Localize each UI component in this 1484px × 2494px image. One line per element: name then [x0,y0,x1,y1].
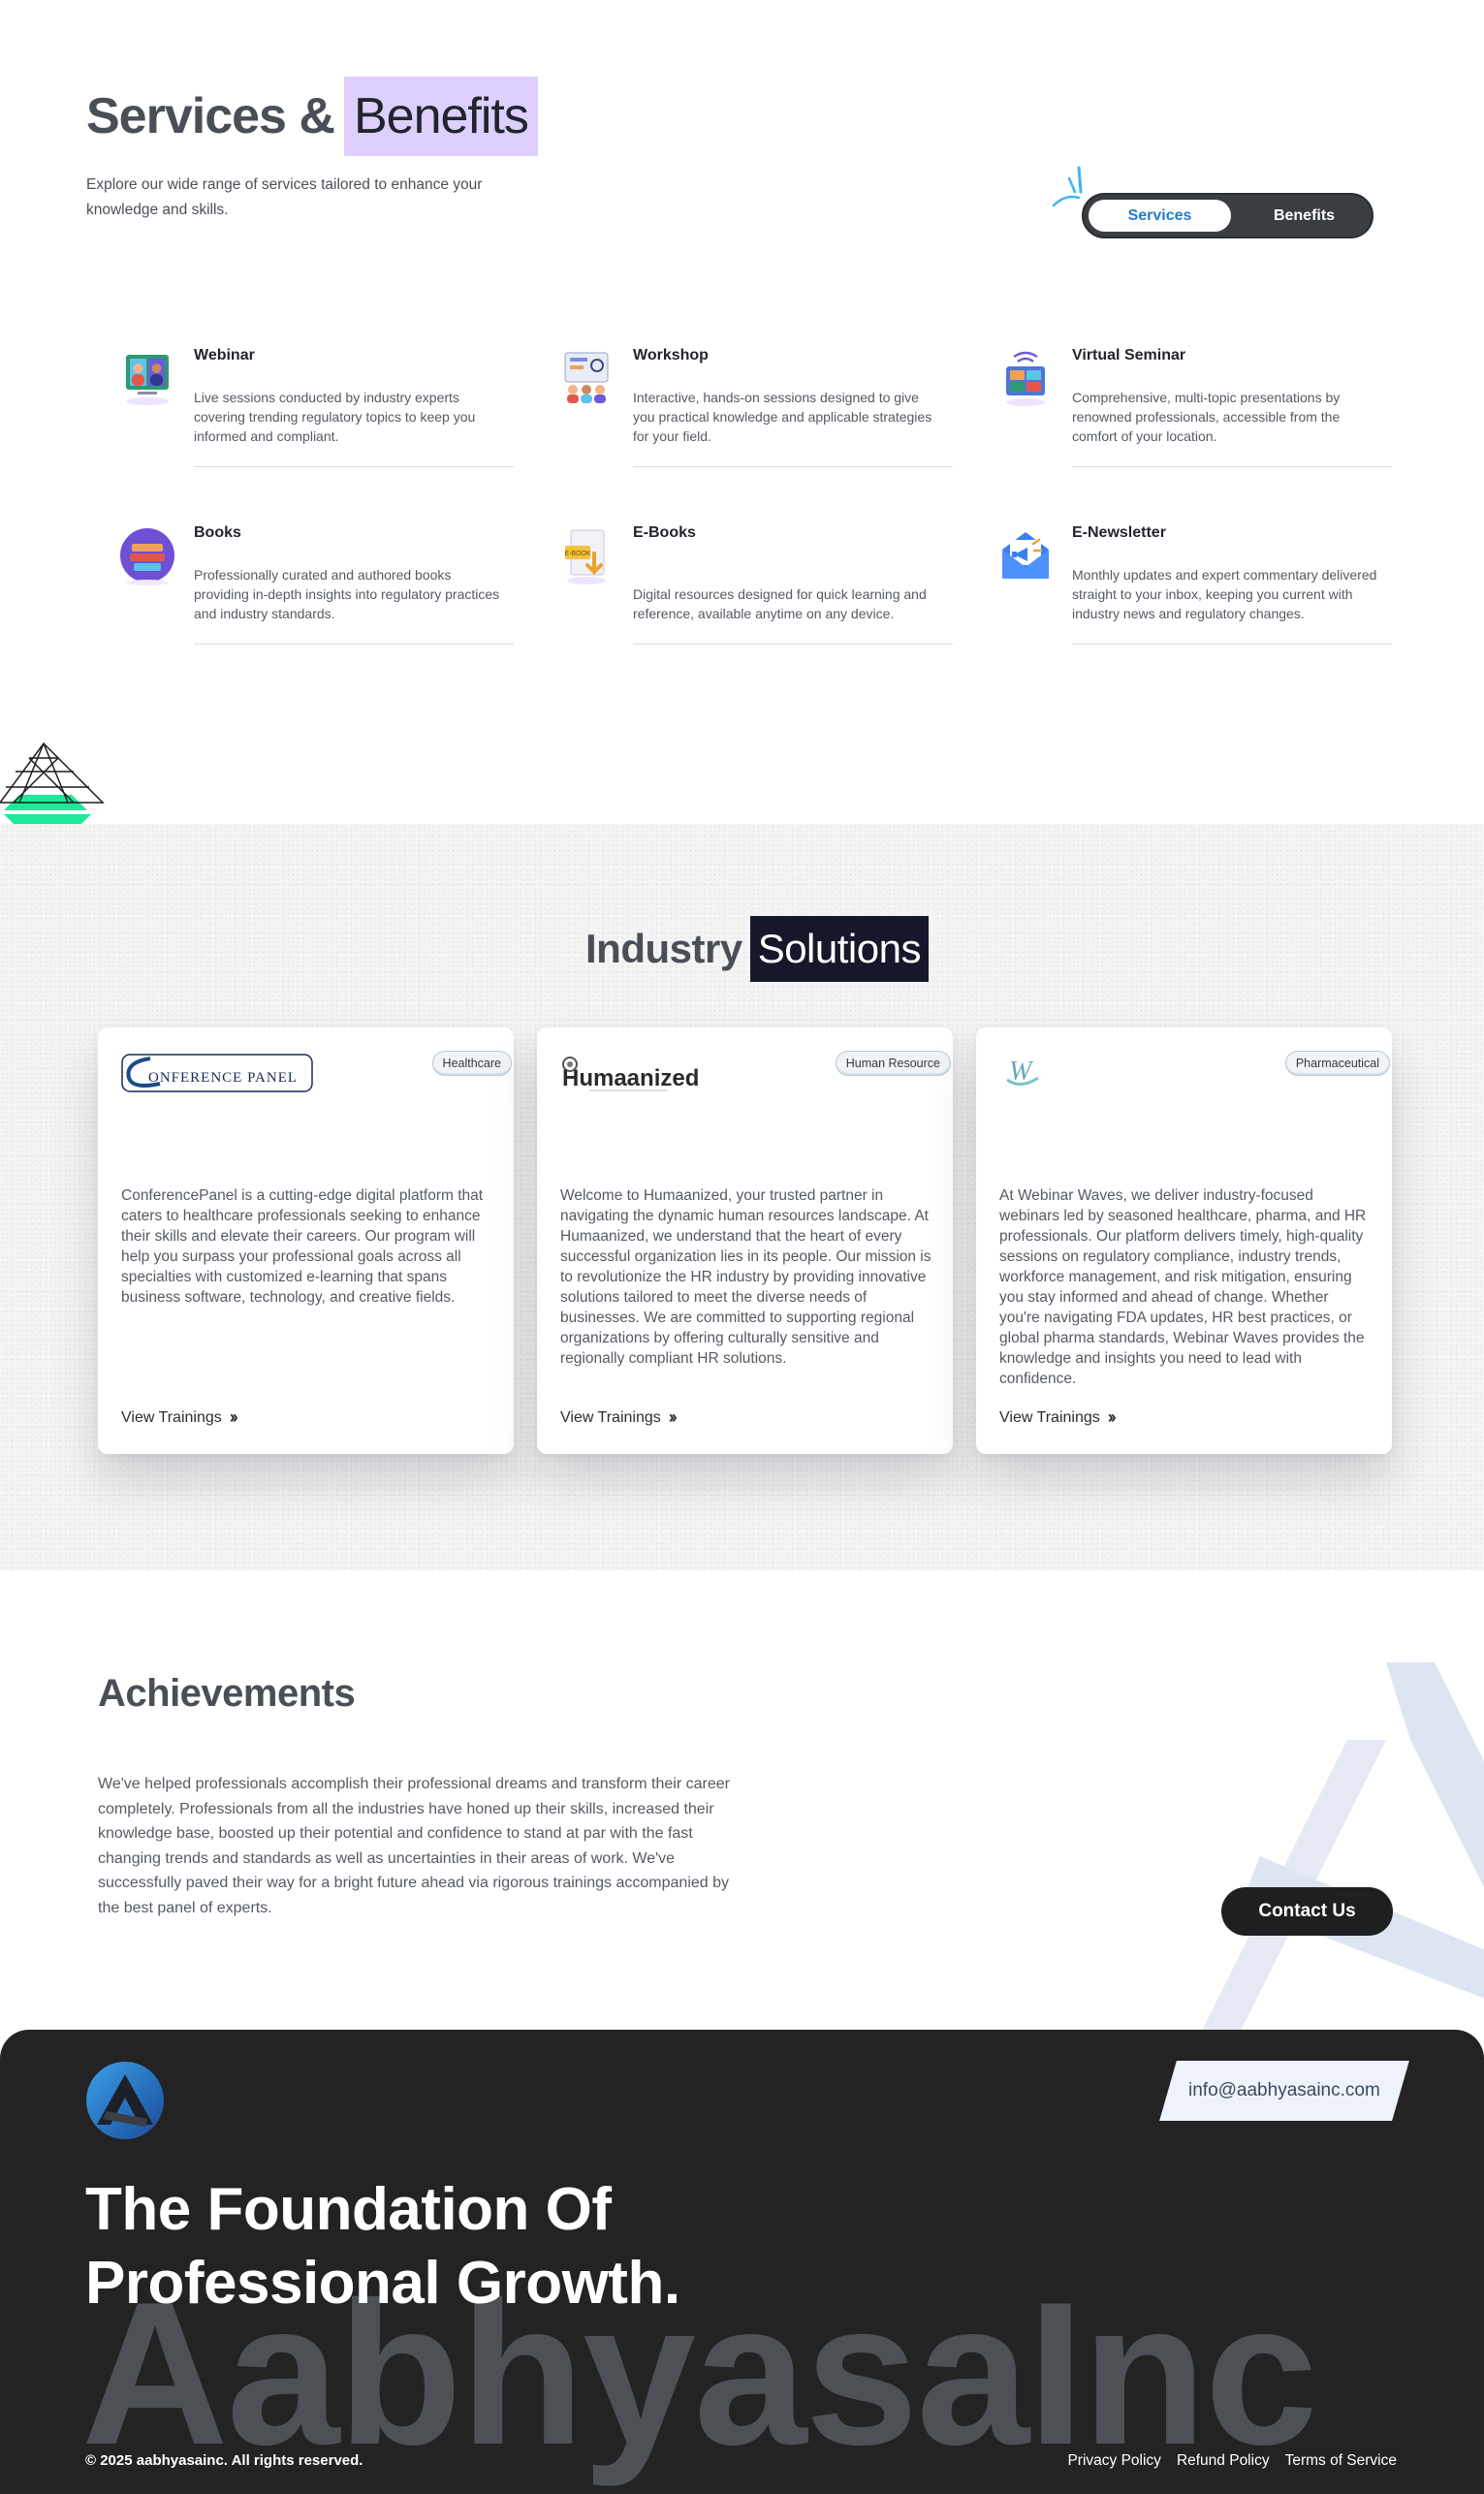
view-trainings-link[interactable]: View Trainings ›› [121,1407,238,1428]
aabhyasa-logo-icon[interactable] [85,2061,165,2140]
divider [633,644,953,645]
solution-card-healthcare: Healthcare ONFERENCE PANEL ConferencePan… [98,1027,514,1454]
double-chevron-right-icon: ›› [1107,1407,1117,1427]
toggle-services-button[interactable]: Services [1089,200,1231,232]
service-item-books[interactable]: Books Professionally curated and authore… [97,524,514,675]
webinar-icon [126,355,169,405]
double-chevron-right-icon: ›› [668,1407,678,1427]
books-icon [120,528,174,585]
view-trainings-label: View Trainings [560,1408,661,1426]
virtual-seminar-icon [1006,351,1045,406]
view-trainings-label: View Trainings [999,1408,1100,1426]
category-badge: Pharmaceutical [1284,1051,1390,1076]
industry-title: Industry Solutions [585,916,929,982]
view-trainings-label: View Trainings [121,1408,222,1426]
conference-panel-logo: ONFERENCE PANEL [121,1054,313,1092]
service-name: Workshop [633,347,709,363]
service-name: Webinar [194,347,255,363]
industry-title-highlight: Solutions [749,916,929,982]
services-subtitle: Explore our wide range of services tailo… [86,176,483,218]
service-name: Virtual Seminar [1072,347,1186,363]
services-benefits-toggle: Services Benefits [1082,193,1373,238]
webinar-waves-logo: W [1006,1057,1039,1087]
terms-of-service-link[interactable]: Terms of Service [1285,2452,1397,2470]
solution-card-human-resource: Human Resource Humaanized Welcome to Hum… [537,1027,953,1454]
achievements-section: Achievements We've helped professionals … [0,1570,1484,2031]
category-badge: Human Resource [835,1051,951,1076]
email-badge[interactable]: info@aabhyasainc.com [1159,2061,1409,2121]
services-title: Services & Benefits [86,77,538,156]
solution-card-pharmaceutical: Pharmaceutical W At Webinar Waves, we de… [976,1027,1392,1454]
card-description: ConferencePanel is a cutting-edge digita… [121,1187,484,1306]
service-name: E-Newsletter [1072,524,1166,541]
services-title-highlight: Benefits [343,77,538,156]
footer-links: Privacy Policy Refund Policy Terms of Se… [1067,2452,1397,2470]
divider [633,466,953,467]
service-item-ebooks[interactable]: E-BOOK E-Books Digital resources designe… [536,524,953,675]
service-desc: Interactive, hands-on sessions designed … [633,390,932,444]
service-name: E-Books [633,524,696,541]
view-trainings-link[interactable]: View Trainings ›› [999,1407,1117,1428]
service-desc: Digital resources designed for quick lea… [633,586,927,621]
newsletter-icon [1002,532,1049,579]
svg-text:E-BOOK: E-BOOK [564,551,591,557]
service-item-webinar[interactable]: Webinar Live sessions conducted by indus… [97,347,514,497]
view-trainings-link[interactable]: View Trainings ›› [560,1407,678,1428]
services-title-plain: Services & [86,88,335,144]
triangle-decoration-icon [0,742,105,824]
card-description: At Webinar Waves, we deliver industry-fo… [999,1187,1367,1387]
card-description: Welcome to Humaanized, your trusted part… [560,1187,931,1367]
ebook-icon: E-BOOK [564,529,606,584]
refund-policy-link[interactable]: Refund Policy [1177,2452,1270,2470]
privacy-policy-link[interactable]: Privacy Policy [1067,2452,1160,2470]
divider [1072,644,1392,645]
svg-text:W: W [1009,1057,1034,1087]
divider [194,466,514,467]
copyright-text: © 2025 aabhyasainc. All rights reserved. [85,2452,363,2469]
service-desc: Professionally curated and authored book… [194,567,500,621]
service-name: Books [194,524,241,541]
service-item-workshop[interactable]: Workshop Interactive, hands-on sessions … [536,347,953,497]
humaanized-logo: Humaanized [562,1057,699,1091]
industry-title-plain: Industry [585,926,742,971]
service-item-virtual-seminar[interactable]: Virtual Seminar Comprehensive, multi-top… [975,347,1392,497]
brand-mark-watermark-icon [1202,1662,1484,2031]
industry-solutions-section: Industry Solutions Healthcare ONFERENCE … [0,824,1484,1570]
category-badge: Healthcare [431,1051,512,1076]
achievements-text: We've helped professionals accomplish th… [98,1776,730,1916]
service-desc: Live sessions conducted by industry expe… [194,390,476,444]
email-text: info@aabhyasainc.com [1188,2080,1380,2100]
svg-text:ONFERENCE PANEL: ONFERENCE PANEL [148,1070,298,1086]
double-chevron-right-icon: ›› [229,1407,238,1427]
service-desc: Comprehensive, multi-topic presentations… [1072,390,1341,444]
contact-us-button[interactable]: Contact Us [1221,1887,1393,1936]
divider [1072,466,1392,467]
service-desc: Monthly updates and expert commentary de… [1072,567,1377,621]
footer: AabhyasaInc info@aabhyasainc.com The Fou… [0,2030,1484,2494]
toggle-benefits-button[interactable]: Benefits [1239,200,1370,232]
divider [194,644,514,645]
workshop-icon [564,352,609,403]
svg-text:Humaanized: Humaanized [562,1065,699,1091]
footer-tagline: The Foundation Of Professional Growth. [85,2176,680,2317]
achievements-title: Achievements [98,1672,356,1715]
service-item-e-newsletter[interactable]: E-Newsletter Monthly updates and expert … [975,524,1392,675]
services-section: Services & Benefits Explore our wide ran… [0,0,1484,824]
